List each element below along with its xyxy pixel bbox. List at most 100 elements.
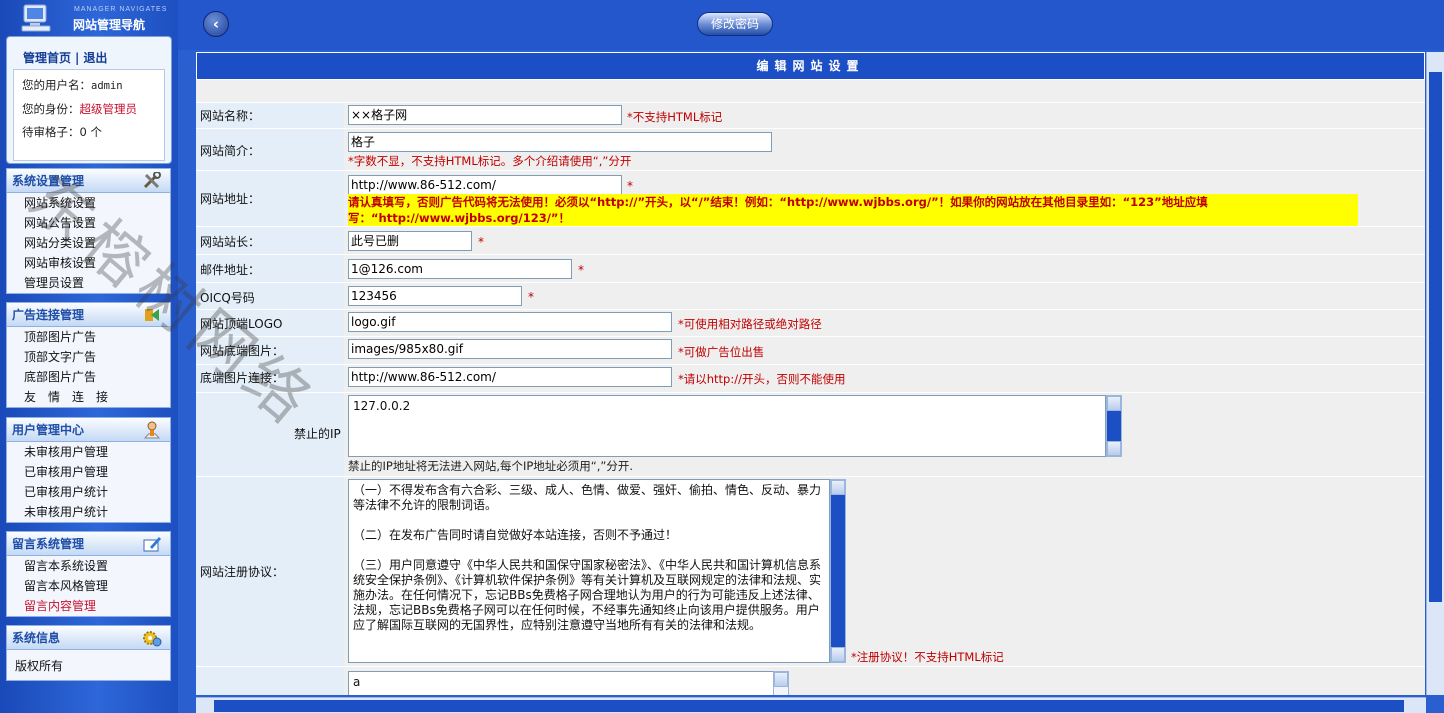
sidebar-item-reviewed-stats[interactable]: 已审核用户统计 [7, 482, 170, 502]
sidebar-item-top-image-ad[interactable]: 顶部图片广告 [7, 327, 170, 347]
label-bottom-image: 网站底端图片： [200, 344, 285, 358]
extra-scrollbar[interactable] [773, 671, 789, 695]
email-input[interactable]: 1@126.com [348, 259, 572, 279]
qq-required: * [528, 290, 534, 304]
scroll-thumb[interactable] [1429, 72, 1442, 602]
sidebar-item-top-text-ad[interactable]: 顶部文字广告 [7, 347, 170, 367]
agreement-scrollbar[interactable] [830, 479, 846, 663]
computer-icon [21, 4, 51, 32]
site-url-input[interactable]: http://www.86-512.com/ [348, 175, 622, 195]
label-top-logo: 网站顶端LOGO [200, 317, 283, 331]
section-guestbook: 留言系统管理 留言本系统设置 留言本风格管理 留言内容管理 [6, 531, 171, 617]
site-name-note: *不支持HTML标记 [627, 110, 723, 124]
site-name-input[interactable]: ××格子网 [348, 105, 622, 125]
sidebar-item-guestbook-settings[interactable]: 留言本系统设置 [7, 556, 170, 576]
section-title: 用户管理中心 [12, 423, 85, 437]
scroll-up-icon[interactable] [774, 672, 788, 687]
sidebar-item-guestbook-content[interactable]: 留言内容管理 [7, 596, 170, 616]
pending-label: 待审格子： [22, 125, 80, 139]
section-title: 广告连接管理 [12, 308, 85, 322]
link-arrows-icon [145, 309, 159, 321]
sidebar-item-guestbook-style[interactable]: 留言本风格管理 [7, 576, 170, 596]
webmaster-input[interactable]: 此号已删 [348, 231, 472, 251]
scroll-up-icon[interactable] [1107, 396, 1121, 411]
change-password-button[interactable]: 修改密码 [697, 12, 773, 36]
row-webmaster: 网站站长： 此号已删 * [196, 226, 1425, 254]
bottom-image-input[interactable]: images/985x80.gif [348, 339, 672, 359]
role-line: 您的身份：超级管理员 [22, 101, 137, 117]
scroll-down-icon[interactable] [1107, 441, 1121, 456]
row-qq: OICQ号码 123456 * [196, 282, 1425, 309]
extra-textarea[interactable]: a [348, 671, 774, 695]
site-intro-input[interactable]: 格子 [348, 132, 772, 152]
sidebar-item-admins[interactable]: 管理员设置 [7, 273, 170, 293]
username-line: 您的用户名：admin [22, 77, 123, 93]
sidebar-item-copyright: 版权所有 [15, 659, 64, 673]
form-title: 编辑网站设置 [196, 52, 1425, 80]
scroll-down-icon[interactable] [831, 647, 845, 662]
sidebar-item-reviewed-users[interactable]: 已审核用户管理 [7, 462, 170, 482]
sidebar-item-category[interactable]: 网站分类设置 [7, 233, 170, 253]
edit-note-icon [143, 537, 161, 552]
left-arrow-icon: ‹ [212, 15, 220, 33]
section-user-center: 用户管理中心 未审核用户管理 已审核用户管理 已审核用户统计 未审核用户统计 [6, 417, 171, 523]
separator: | [75, 51, 80, 65]
banned-ip-textarea[interactable]: 127.0.0.2 [348, 395, 1106, 457]
bottom-link-input[interactable]: http://www.86-512.com/ [348, 367, 672, 387]
logo-caption: MANAGER NAVIGATES [74, 6, 168, 13]
pending-line: 待审格子：0 个 [22, 124, 102, 140]
sidebar-item-system-settings[interactable]: 网站系统设置 [7, 193, 170, 213]
sidebar-item-review[interactable]: 网站审核设置 [7, 253, 170, 273]
scroll-up-icon[interactable] [831, 480, 845, 495]
banned-ip-note: 禁止的IP地址将无法进入网站,每个IP地址必须用“,”分开. [348, 459, 634, 473]
label-agreement: 网站注册协议： [200, 565, 285, 579]
sidebar-item-announcement[interactable]: 网站公告设置 [7, 213, 170, 233]
bottom-link-note: *请以http://开头，否则不能使用 [678, 372, 846, 386]
section-system-settings: 系统设置管理 网站系统设置 网站公告设置 网站分类设置 网站审核设置 管理员设置 [6, 168, 171, 294]
agreement-textarea[interactable]: （一）不得发布含有六合彩、三级、成人、色情、做爱、强奸、偷拍、情色、反动、暴力等… [348, 479, 830, 663]
webmaster-required: * [478, 235, 484, 249]
label-site-intro: 网站简介： [200, 144, 261, 158]
logo-title: 网站管理导航 [73, 18, 146, 32]
section-ad-links: 广告连接管理 顶部图片广告 顶部文字广告 底部图片广告 友 情 连 接 [6, 302, 171, 408]
role-value: 超级管理员 [79, 102, 138, 116]
qq-input[interactable]: 123456 [348, 286, 522, 306]
section-title: 系统设置管理 [12, 174, 85, 188]
logout-link[interactable]: 退出 [83, 51, 107, 65]
banned-ip-scrollbar[interactable] [1106, 395, 1122, 457]
section-system-info: 系统信息 版权所有 [6, 625, 171, 681]
section-title: 系统信息 [12, 631, 61, 645]
user-icon [144, 421, 160, 439]
top-logo-input[interactable]: logo.gif [348, 312, 672, 332]
home-link[interactable]: 管理首页 [23, 51, 71, 65]
row-email: 邮件地址： 1@126.com * [196, 254, 1425, 282]
back-button[interactable]: ‹ [203, 11, 229, 37]
site-url-required: * [627, 179, 633, 193]
username-label: 您的用户名： [22, 78, 91, 92]
top-bar [178, 0, 1444, 50]
row-site-url: 网站地址： http://www.86-512.com/ * 请认真填写，否则广… [196, 170, 1425, 226]
row-bottom-image: 网站底端图片： images/985x80.gif *可做广告位出售 [196, 336, 1425, 364]
site-intro-note: *字数不显，不支持HTML标记。多个介绍请使用“,”分开 [348, 154, 632, 168]
scroll-thumb[interactable] [1107, 411, 1121, 441]
sidebar-item-unreviewed-users[interactable]: 未审核用户管理 [7, 442, 170, 462]
label-site-name: 网站名称： [200, 109, 261, 123]
pending-unit: 个 [90, 125, 102, 139]
scroll-thumb[interactable] [831, 495, 845, 647]
sidebar-item-unreviewed-stats[interactable]: 未审核用户统计 [7, 502, 170, 522]
row-agreement: 网站注册协议： （一）不得发布含有六合彩、三级、成人、色情、做爱、强奸、偷拍、情… [196, 476, 1425, 666]
page-horizontal-scrollbar[interactable] [196, 697, 1426, 713]
sidebar-item-bottom-image-ad[interactable]: 底部图片广告 [7, 367, 170, 387]
role-label: 您的身份： [22, 102, 80, 116]
username-value: admin [91, 80, 123, 92]
email-required: * [578, 263, 584, 277]
scroll-thumb[interactable] [214, 700, 1404, 712]
sidebar-item-friend-links[interactable]: 友 情 连 接 [7, 387, 170, 407]
page-vertical-scrollbar[interactable] [1426, 52, 1444, 695]
label-email: 邮件地址： [200, 263, 261, 277]
pending-count: 0 [79, 125, 87, 139]
tools-icon [143, 172, 161, 189]
row-extra: a [196, 666, 1425, 695]
label-qq: OICQ号码 [200, 291, 255, 305]
label-banned-ip: 禁止的IP [294, 427, 341, 441]
